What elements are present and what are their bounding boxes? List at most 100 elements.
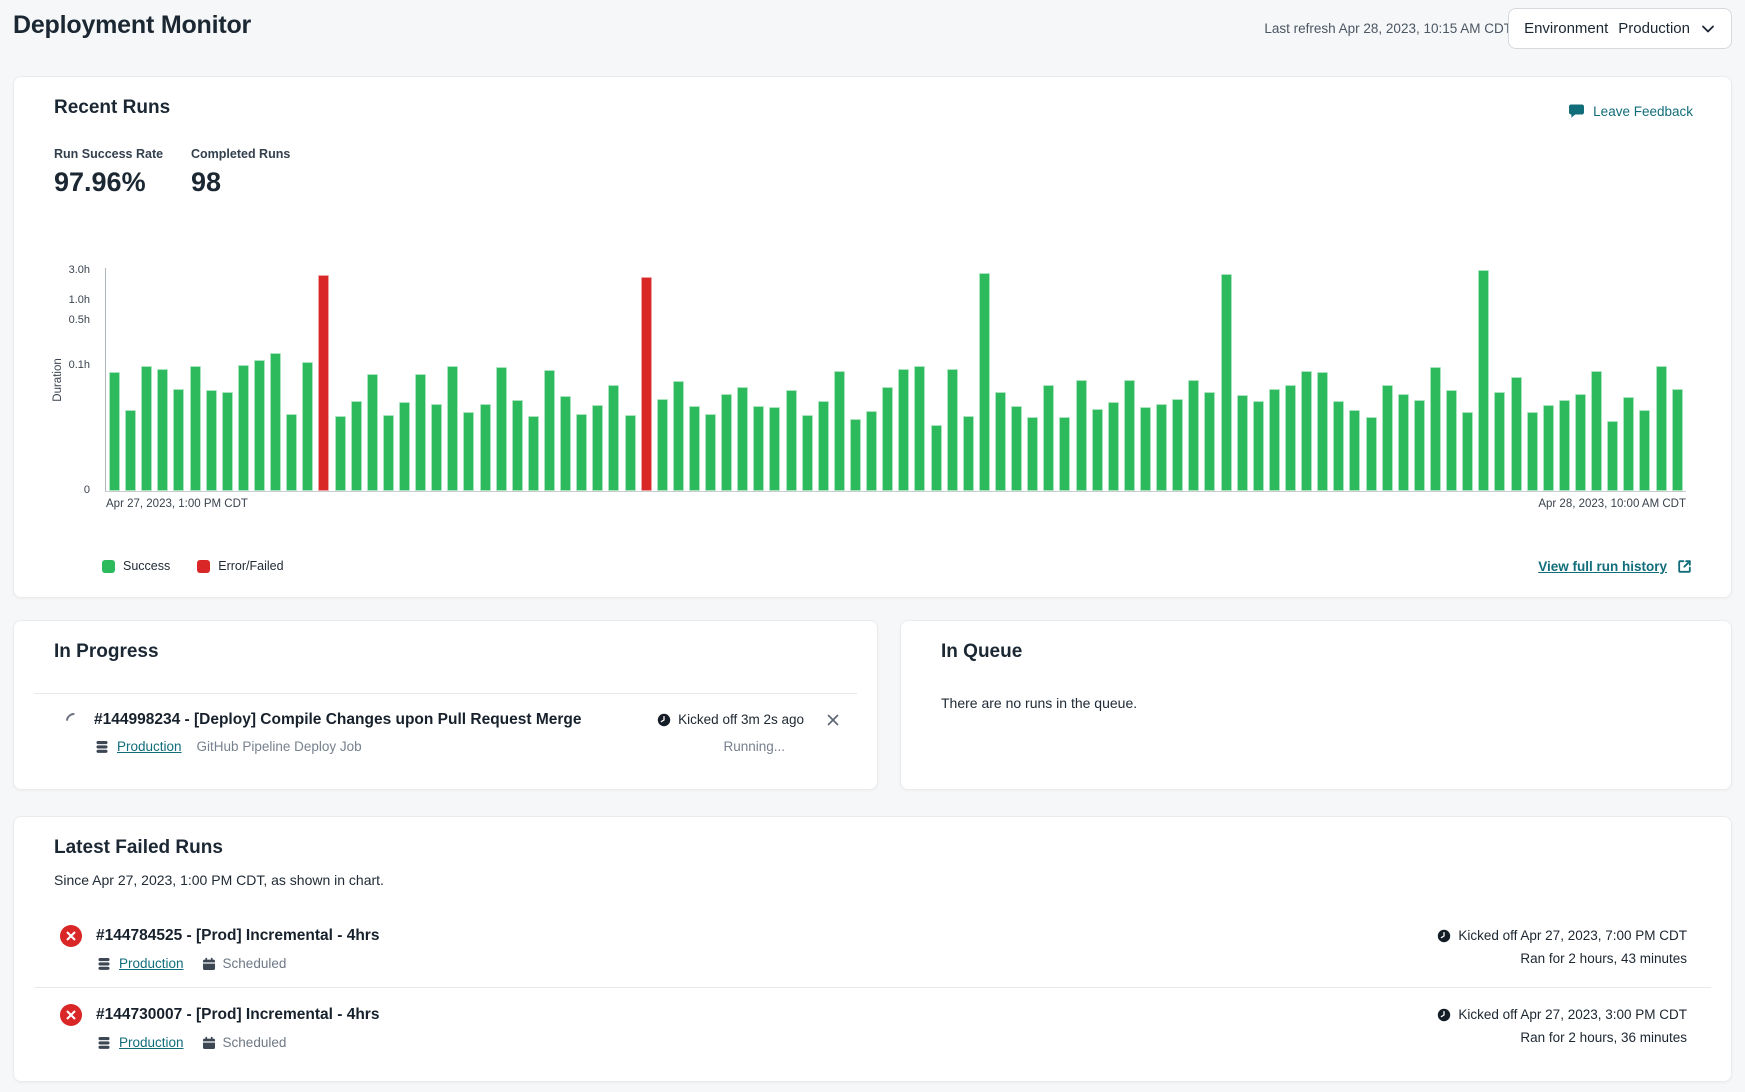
chart-bar-success[interactable] [1269,389,1280,492]
chart-bar-success[interactable] [737,387,748,491]
chart-bar-success[interactable] [254,360,265,491]
chart-bar-success[interactable] [1301,371,1312,491]
chart-bar-success[interactable] [689,406,700,491]
chart-bar-success[interactable] [947,369,958,492]
chart-bar-success[interactable] [753,406,764,491]
environment-link[interactable]: Production [119,956,184,971]
chart-bar-success[interactable] [995,392,1006,491]
chart-bar-success[interactable] [1575,394,1586,492]
chart-bar-success[interactable] [576,414,587,492]
chart-bar-success[interactable] [866,411,877,491]
chart-bar-success[interactable] [480,404,491,492]
chart-bar-success[interactable] [834,371,845,491]
chart-bar-success[interactable] [1494,392,1505,491]
chart-bar-success[interactable] [673,381,684,491]
chart-bar-success[interactable] [1076,380,1087,491]
leave-feedback-link[interactable]: Leave Feedback [1568,103,1693,119]
environment-select[interactable]: Environment Production [1508,8,1732,49]
chart-bar-success[interactable] [190,366,201,491]
chart-bar-success[interactable] [1656,366,1667,491]
chart-bar-success[interactable] [1317,372,1328,491]
chart-bar-success[interactable] [141,366,152,491]
chart-bar-success[interactable] [1188,380,1199,491]
chart-bar-success[interactable] [1398,394,1409,492]
chart-bar-success[interactable] [705,414,716,492]
chart-bar-success[interactable] [206,390,217,491]
chart-bar-success[interactable] [1349,410,1360,491]
chart-bar-success[interactable] [1011,406,1022,491]
chart-bar-success[interactable] [963,416,974,491]
chart-bar-success[interactable] [431,404,442,492]
chart-bar-success[interactable] [109,372,120,491]
chart-bar-success[interactable] [850,419,861,492]
chart-bar-success[interactable] [270,353,281,492]
chart-bar-success[interactable] [1511,377,1522,491]
chart-bar-success[interactable] [657,399,668,492]
chart-bar-success[interactable] [367,374,378,492]
chart-bar-success[interactable] [1639,410,1650,491]
chart-bar-success[interactable] [802,415,813,491]
chart-bar-success[interactable] [786,390,797,491]
chart-bar-success[interactable] [931,425,942,491]
view-full-run-history-link[interactable]: View full run history [1538,558,1693,575]
chart-bar-success[interactable] [302,362,313,492]
chart-bar-success[interactable] [1027,417,1038,491]
chart-bar-success[interactable] [335,416,346,491]
chart-bar-success[interactable] [1172,399,1183,492]
chart-bar-success[interactable] [721,394,732,492]
chart-bar-success[interactable] [528,416,539,491]
chart-bar-success[interactable] [286,414,297,492]
chart-bar-success[interactable] [463,412,474,491]
chart-bar-success[interactable] [1333,401,1344,491]
chart-bar-success[interactable] [1108,402,1119,491]
environment-link[interactable]: Production [117,739,182,754]
chart-bar-success[interactable] [1285,385,1296,491]
chart-bar-failed[interactable] [318,275,329,491]
chart-bar-success[interactable] [882,387,893,491]
chart-bar-success[interactable] [157,369,168,492]
chart-bar-success[interactable] [1092,409,1103,492]
chart-bar-success[interactable] [1478,270,1489,492]
chart-bar-success[interactable] [399,402,410,491]
chart-bar-success[interactable] [383,415,394,491]
chart-bar-success[interactable] [447,366,458,491]
chart-bar-success[interactable] [1672,389,1683,492]
chart-bar-failed[interactable] [641,277,652,491]
chart-bar-success[interactable] [818,401,829,491]
chart-bar-success[interactable] [898,369,909,492]
chart-bar-success[interactable] [222,392,233,491]
chart-bar-success[interactable] [1124,380,1135,491]
chart-bar-success[interactable] [1462,412,1473,491]
chart-bar-success[interactable] [769,407,780,491]
chart-bar-success[interactable] [1366,417,1377,491]
chart-bar-success[interactable] [914,366,925,491]
chart-bar-success[interactable] [1156,404,1167,492]
chart-bar-success[interactable] [125,410,136,491]
chart-bar-success[interactable] [1607,421,1618,491]
chart-bar-success[interactable] [1430,367,1441,491]
chart-bar-success[interactable] [1559,400,1570,491]
chart-bar-success[interactable] [1221,274,1232,491]
chart-bar-success[interactable] [544,370,555,491]
chart-bar-success[interactable] [1140,407,1151,491]
chart-bar-success[interactable] [608,385,619,491]
chart-bar-success[interactable] [1446,390,1457,491]
chart-bar-success[interactable] [625,415,636,491]
chart-bar-success[interactable] [1382,385,1393,491]
chart-bar-success[interactable] [560,396,571,491]
chart-bar-success[interactable] [1043,385,1054,491]
chart-bar-success[interactable] [979,273,990,491]
chart-bar-success[interactable] [1253,401,1264,491]
chart-bar-success[interactable] [1623,397,1634,491]
cancel-run-button[interactable] [825,712,841,728]
chart-bar-success[interactable] [1237,395,1248,491]
chart-bar-success[interactable] [1543,405,1554,491]
chart-bar-success[interactable] [238,365,249,491]
chart-bar-success[interactable] [415,374,426,492]
chart-bar-success[interactable] [351,401,362,491]
chart-bar-success[interactable] [1414,400,1425,491]
environment-link[interactable]: Production [119,1035,184,1050]
chart-bar-success[interactable] [173,389,184,492]
chart-bar-success[interactable] [1059,417,1070,491]
chart-bar-success[interactable] [592,405,603,491]
